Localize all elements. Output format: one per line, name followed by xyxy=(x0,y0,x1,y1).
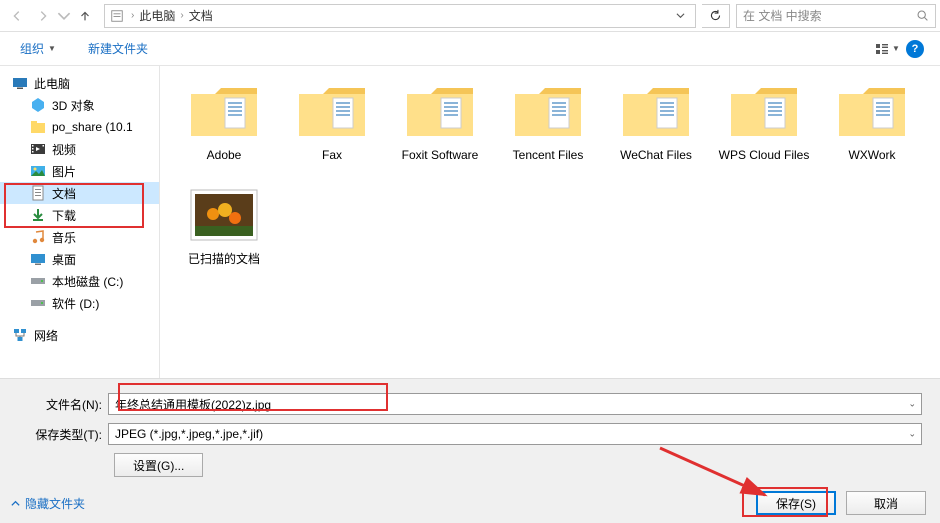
save-button[interactable]: 保存(S) xyxy=(756,491,836,515)
sidebar-tree: 此电脑 3D 对象 po_share (10.1 视频 图片 文档 下载 音乐 xyxy=(0,66,160,378)
help-button[interactable]: ? xyxy=(902,37,928,61)
new-folder-button[interactable]: 新建文件夹 xyxy=(80,36,156,61)
search-input[interactable]: 在 文档 中搜索 xyxy=(736,4,936,28)
breadcrumb-this-pc[interactable]: 此电脑 xyxy=(136,7,178,24)
folder-item[interactable]: Foxit Software xyxy=(386,80,494,164)
sidebar-item-downloads[interactable]: 下载 xyxy=(0,204,159,226)
pc-icon xyxy=(12,75,28,91)
cancel-button[interactable]: 取消 xyxy=(846,491,926,515)
folder-icon xyxy=(185,184,263,246)
folder-item[interactable]: WPS Cloud Files xyxy=(710,80,818,164)
chevron-right-icon: › xyxy=(178,10,185,21)
address-dropdown[interactable] xyxy=(670,9,691,23)
filename-input[interactable] xyxy=(108,393,922,415)
filetype-label: 保存类型(T): xyxy=(18,426,108,443)
folder-item[interactable]: WXWork xyxy=(818,80,926,164)
chevron-right-icon: › xyxy=(129,10,136,21)
folder-icon xyxy=(617,80,695,142)
search-placeholder: 在 文档 中搜索 xyxy=(743,7,822,24)
folder-label: Fax xyxy=(278,148,386,164)
organize-menu[interactable]: 组织 ▼ xyxy=(12,36,64,61)
sidebar-this-pc[interactable]: 此电脑 xyxy=(0,72,159,94)
folder-item[interactable]: Adobe xyxy=(170,80,278,164)
folder-icon xyxy=(293,80,371,142)
folder-item[interactable]: Fax xyxy=(278,80,386,164)
sidebar-item-videos[interactable]: 视频 xyxy=(0,138,159,160)
folder-label: Adobe xyxy=(170,148,278,164)
chevron-down-icon: ▼ xyxy=(48,44,56,53)
location-icon xyxy=(109,8,125,24)
folder-icon xyxy=(725,80,803,142)
drive-icon xyxy=(30,273,46,289)
folder-icon xyxy=(185,80,263,142)
video-icon xyxy=(30,141,46,157)
navigation-bar: › 此电脑 › 文档 在 文档 中搜索 xyxy=(0,0,940,32)
music-icon xyxy=(30,229,46,245)
documents-icon xyxy=(30,185,46,201)
view-options-button[interactable]: ▼ xyxy=(874,37,900,61)
folder-label: Tencent Files xyxy=(494,148,602,164)
breadcrumb-documents[interactable]: 文档 xyxy=(186,7,216,24)
save-panel: 文件名(N): ⌄ 保存类型(T): ⌄ 设置(G)... 隐藏文件夹 保存(S… xyxy=(0,378,940,523)
folder-label: 已扫描的文档 xyxy=(170,252,278,268)
main-area: 此电脑 3D 对象 po_share (10.1 视频 图片 文档 下载 音乐 xyxy=(0,66,940,378)
up-button[interactable] xyxy=(72,4,98,28)
sidebar-item-documents[interactable]: 文档 xyxy=(0,182,159,204)
sidebar-item-drive-d[interactable]: 软件 (D:) xyxy=(0,292,159,314)
search-icon xyxy=(916,9,929,22)
recent-dropdown[interactable] xyxy=(56,4,72,28)
help-icon: ? xyxy=(906,40,924,58)
back-button[interactable] xyxy=(4,4,30,28)
chevron-down-icon: ▼ xyxy=(892,44,900,53)
folder-view[interactable]: AdobeFaxFoxit SoftwareTencent FilesWeCha… xyxy=(160,66,940,378)
sidebar-item-desktop[interactable]: 桌面 xyxy=(0,248,159,270)
sidebar-item-music[interactable]: 音乐 xyxy=(0,226,159,248)
sidebar-item-pictures[interactable]: 图片 xyxy=(0,160,159,182)
folder-icon xyxy=(30,97,46,113)
dialog-footer: 隐藏文件夹 保存(S) 取消 xyxy=(10,491,926,515)
filename-label: 文件名(N): xyxy=(18,396,108,413)
sidebar-item-drive-c[interactable]: 本地磁盘 (C:) xyxy=(0,270,159,292)
folder-item[interactable]: Tencent Files xyxy=(494,80,602,164)
pictures-icon xyxy=(30,163,46,179)
toolbar: 组织 ▼ 新建文件夹 ▼ ? xyxy=(0,32,940,66)
sidebar-item-poshare[interactable]: po_share (10.1 xyxy=(0,116,159,138)
folder-label: Foxit Software xyxy=(386,148,494,164)
refresh-button[interactable] xyxy=(702,4,730,28)
network-icon xyxy=(12,327,28,343)
filetype-select[interactable] xyxy=(108,423,922,445)
address-bar[interactable]: › 此电脑 › 文档 xyxy=(104,4,696,28)
folder-icon xyxy=(401,80,479,142)
folder-item[interactable]: WeChat Files xyxy=(602,80,710,164)
drive-icon xyxy=(30,295,46,311)
downloads-icon xyxy=(30,207,46,223)
folder-icon xyxy=(833,80,911,142)
forward-button[interactable] xyxy=(30,4,56,28)
folder-label: WeChat Files xyxy=(602,148,710,164)
settings-button[interactable]: 设置(G)... xyxy=(114,453,203,477)
sidebar-network[interactable]: 网络 xyxy=(0,324,159,346)
folder-label: WPS Cloud Files xyxy=(710,148,818,164)
folder-icon xyxy=(509,80,587,142)
sidebar-item-3d[interactable]: 3D 对象 xyxy=(0,94,159,116)
hide-folders-toggle[interactable]: 隐藏文件夹 xyxy=(10,495,85,512)
folder-icon xyxy=(30,119,46,135)
chevron-up-icon xyxy=(10,498,21,509)
desktop-icon xyxy=(30,251,46,267)
folder-label: WXWork xyxy=(818,148,926,164)
folder-item[interactable]: 已扫描的文档 xyxy=(170,184,278,268)
